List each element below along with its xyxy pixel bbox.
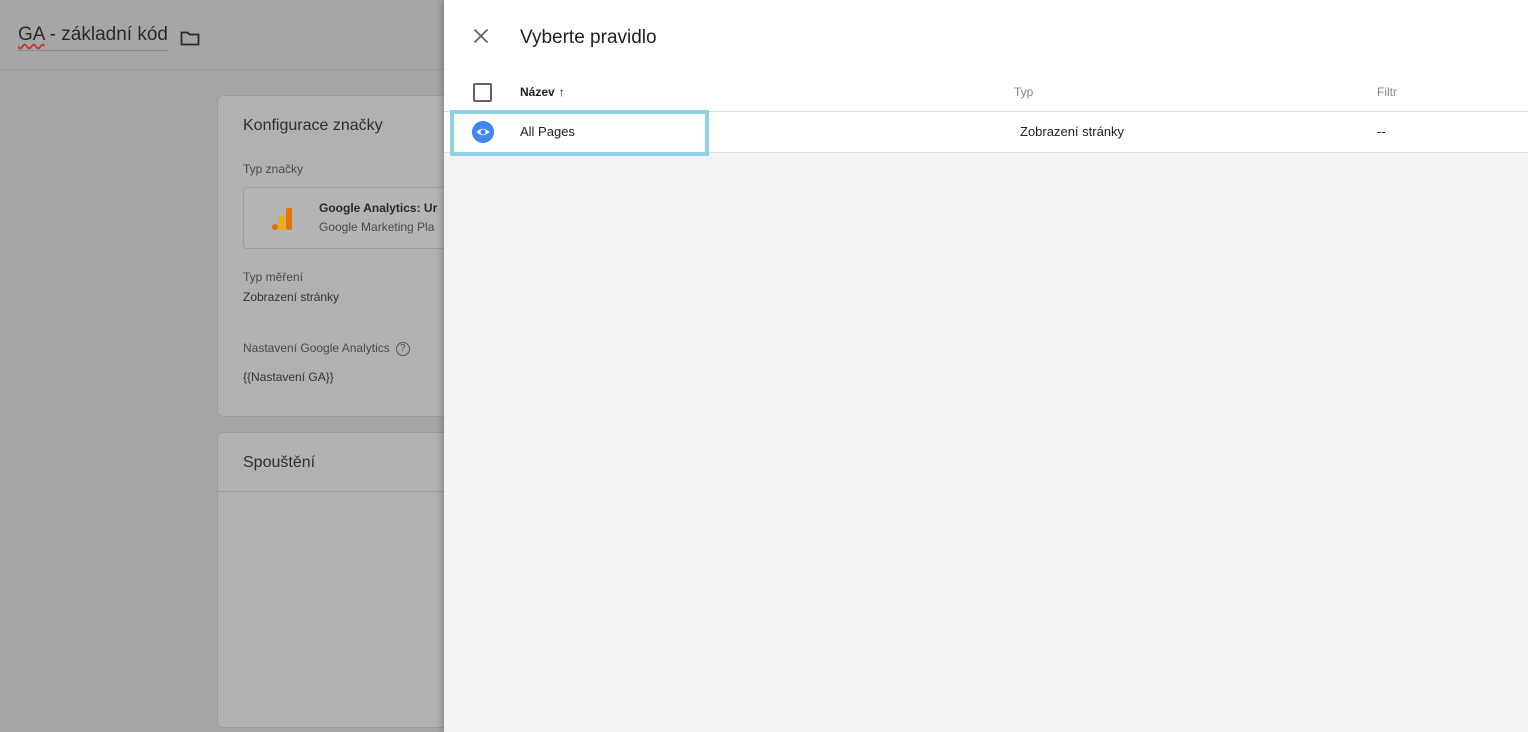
ga-settings-label-text: Nastavení Google Analytics	[243, 341, 390, 355]
select-all-checkbox[interactable]	[473, 83, 492, 102]
close-icon[interactable]	[471, 26, 491, 46]
tag-title-text: GA - základní kód	[18, 24, 168, 51]
tracking-type-value: Zobrazení stránky	[243, 290, 340, 304]
table-header: Název ↑ Typ Filtr	[444, 78, 1528, 112]
row-name: All Pages	[520, 124, 575, 139]
tag-type-subtitle: Google Marketing Pla	[319, 220, 435, 234]
folder-icon[interactable]	[180, 30, 200, 46]
column-header-filter[interactable]: Filtr	[1377, 85, 1397, 99]
eye-icon	[472, 121, 494, 143]
table-row[interactable]: All Pages Zobrazení stránky --	[444, 112, 1528, 153]
column-header-name[interactable]: Název ↑	[520, 85, 565, 99]
tag-title-prefix: GA	[18, 24, 45, 45]
tag-title[interactable]: GA - základní kód	[18, 24, 200, 51]
google-analytics-icon	[272, 208, 292, 230]
row-type: Zobrazení stránky	[1020, 124, 1125, 139]
help-icon[interactable]: ?	[395, 341, 410, 356]
panel-header: Vyberte pravidlo	[444, 0, 1528, 78]
row-filter: --	[1377, 124, 1386, 139]
column-header-type[interactable]: Typ	[1014, 85, 1033, 99]
tracking-type-label: Typ měření	[243, 270, 304, 284]
tag-type-name: Google Analytics: Ur	[319, 201, 438, 215]
config-card-title: Konfigurace značky	[243, 117, 383, 134]
sort-ascending-icon: ↑	[558, 85, 565, 99]
choose-trigger-panel: Vyberte pravidlo Název ↑ Typ Filtr All Pa…	[444, 0, 1528, 732]
ga-settings-label: Nastavení Google Analytics?	[243, 341, 410, 356]
trigger-card-title: Spouštění	[243, 454, 316, 471]
panel-title: Vyberte pravidlo	[520, 27, 657, 48]
tag-type-label: Typ značky	[243, 162, 304, 176]
ga-settings-value: {{Nastavení GA}}	[243, 370, 334, 384]
tag-title-rest: - základní kód	[44, 24, 168, 45]
column-name-label: Název	[520, 85, 555, 99]
